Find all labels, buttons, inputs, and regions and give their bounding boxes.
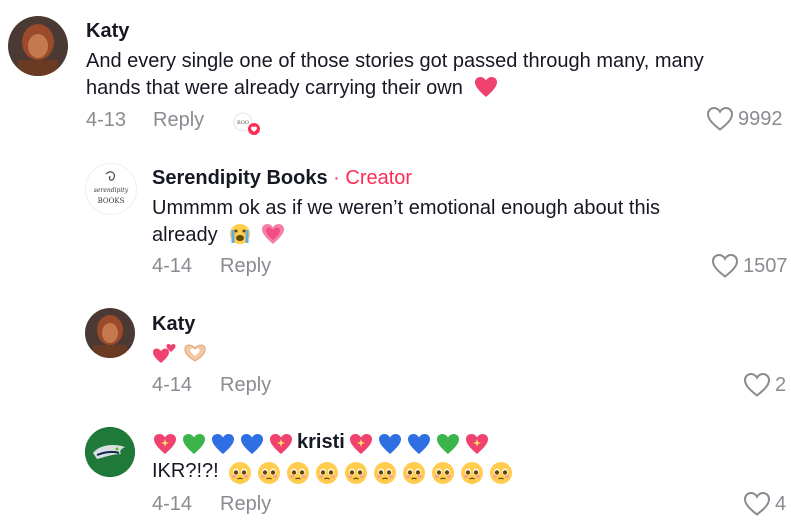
sparkling-heart-emoji-icon <box>350 434 372 454</box>
pleading-face-emoji-icon <box>229 462 251 484</box>
comment-username[interactable]: Serendipity Books · Creator <box>152 167 412 190</box>
comment-text: IKR?!?! 🥹🥹🥹🥹🥹🥹🥹🥹🥹🥹 <box>152 459 552 487</box>
green-heart-emoji-icon <box>437 434 459 454</box>
comment-text-line: And every single one of those stories go… <box>86 50 704 72</box>
reply-button[interactable]: Reply <box>220 374 271 397</box>
like-button[interactable]: 2 <box>743 372 786 398</box>
green-heart-emoji-icon <box>183 434 205 454</box>
sparkling-heart-emoji-icon <box>270 434 292 454</box>
comment-text-line: Ummmm ok as if we weren’t emotional enou… <box>152 197 661 219</box>
svg-text:serendipity: serendipity <box>94 187 129 194</box>
like-count: 1507 <box>743 254 788 277</box>
svg-text:BOO: BOO <box>237 120 249 126</box>
pleading-face-emoji-icon <box>403 462 425 484</box>
heart-hands-emoji-icon <box>184 344 206 362</box>
blue-heart-emoji-icon <box>241 434 263 454</box>
heart-emoji-icon <box>475 77 498 97</box>
blue-heart-emoji-icon <box>408 434 430 454</box>
avatar[interactable] <box>85 427 135 477</box>
like-count: 2 <box>775 373 787 396</box>
pleading-face-emoji-icon <box>287 462 309 484</box>
comment-date: 4-14 <box>152 493 193 515</box>
pleading-face-emoji-row <box>228 461 528 485</box>
avatar[interactable] <box>8 16 68 76</box>
reply-button[interactable]: Reply <box>153 109 204 132</box>
heart-outline-icon <box>743 491 771 516</box>
blue-heart-emoji-icon <box>212 434 234 454</box>
creator-name[interactable]: Serendipity Books <box>152 167 328 189</box>
heart-outline-icon <box>711 253 739 278</box>
sparkling-heart-emoji-icon <box>154 434 176 454</box>
reply-button[interactable]: Reply <box>220 255 271 278</box>
comment-username[interactable]: Katy <box>152 313 195 336</box>
avatar[interactable] <box>85 308 135 358</box>
comment-username[interactable]: Katy <box>86 20 129 43</box>
comment-text-line: already <box>152 224 218 246</box>
comment-text: 💕🫶 <box>152 341 222 367</box>
pleading-face-emoji-icon <box>345 462 367 484</box>
pleading-face-emoji-icon <box>490 462 512 484</box>
comment-date: 4-14 <box>152 374 193 396</box>
avatar-logo-text: BOOKS <box>98 197 125 205</box>
pleading-face-emoji-icon <box>258 462 280 484</box>
pleading-face-emoji-icon <box>432 462 454 484</box>
like-count: 4 <box>775 492 787 515</box>
like-button[interactable]: 9992 <box>706 106 783 132</box>
heart-outline-icon <box>706 106 734 131</box>
like-count: 9992 <box>738 107 783 130</box>
pleading-face-emoji-icon <box>461 462 483 484</box>
like-button[interactable]: 4 <box>743 491 786 517</box>
comment-text: Ummmm ok as if we weren’t emotional enou… <box>152 195 772 249</box>
comment-text-main: IKR?!?! <box>152 460 219 482</box>
creator-separator: · <box>327 167 346 189</box>
pleading-face-emoji-icon <box>374 462 396 484</box>
like-button[interactable]: 1507 <box>711 253 788 279</box>
crying-face-emoji-icon <box>230 224 251 244</box>
comment-date: 4-14 <box>152 255 193 277</box>
comment-text: And every single one of those stories go… <box>86 48 786 102</box>
blue-heart-emoji-icon <box>379 434 401 454</box>
reply-button[interactable]: Reply <box>220 493 271 516</box>
heart-outline-icon <box>743 372 771 397</box>
growing-heart-emoji-icon <box>261 224 284 244</box>
creator-badge: Creator <box>345 167 413 189</box>
two-hearts-emoji-icon <box>153 344 176 363</box>
avatar[interactable]: serendipity BOOKS <box>85 163 137 215</box>
comment-username[interactable]: 💖💚💙💙💖 kristi 💖💙💙💚💖 <box>152 431 492 457</box>
username-text[interactable]: kristi <box>297 431 345 454</box>
creator-liked-badge: BOO <box>232 112 262 136</box>
comment-date: 4-13 <box>86 109 127 131</box>
comment-text-line: hands that were already carrying their o… <box>86 77 463 99</box>
sparkling-heart-emoji-icon <box>466 434 488 454</box>
pleading-face-emoji-icon <box>316 462 338 484</box>
